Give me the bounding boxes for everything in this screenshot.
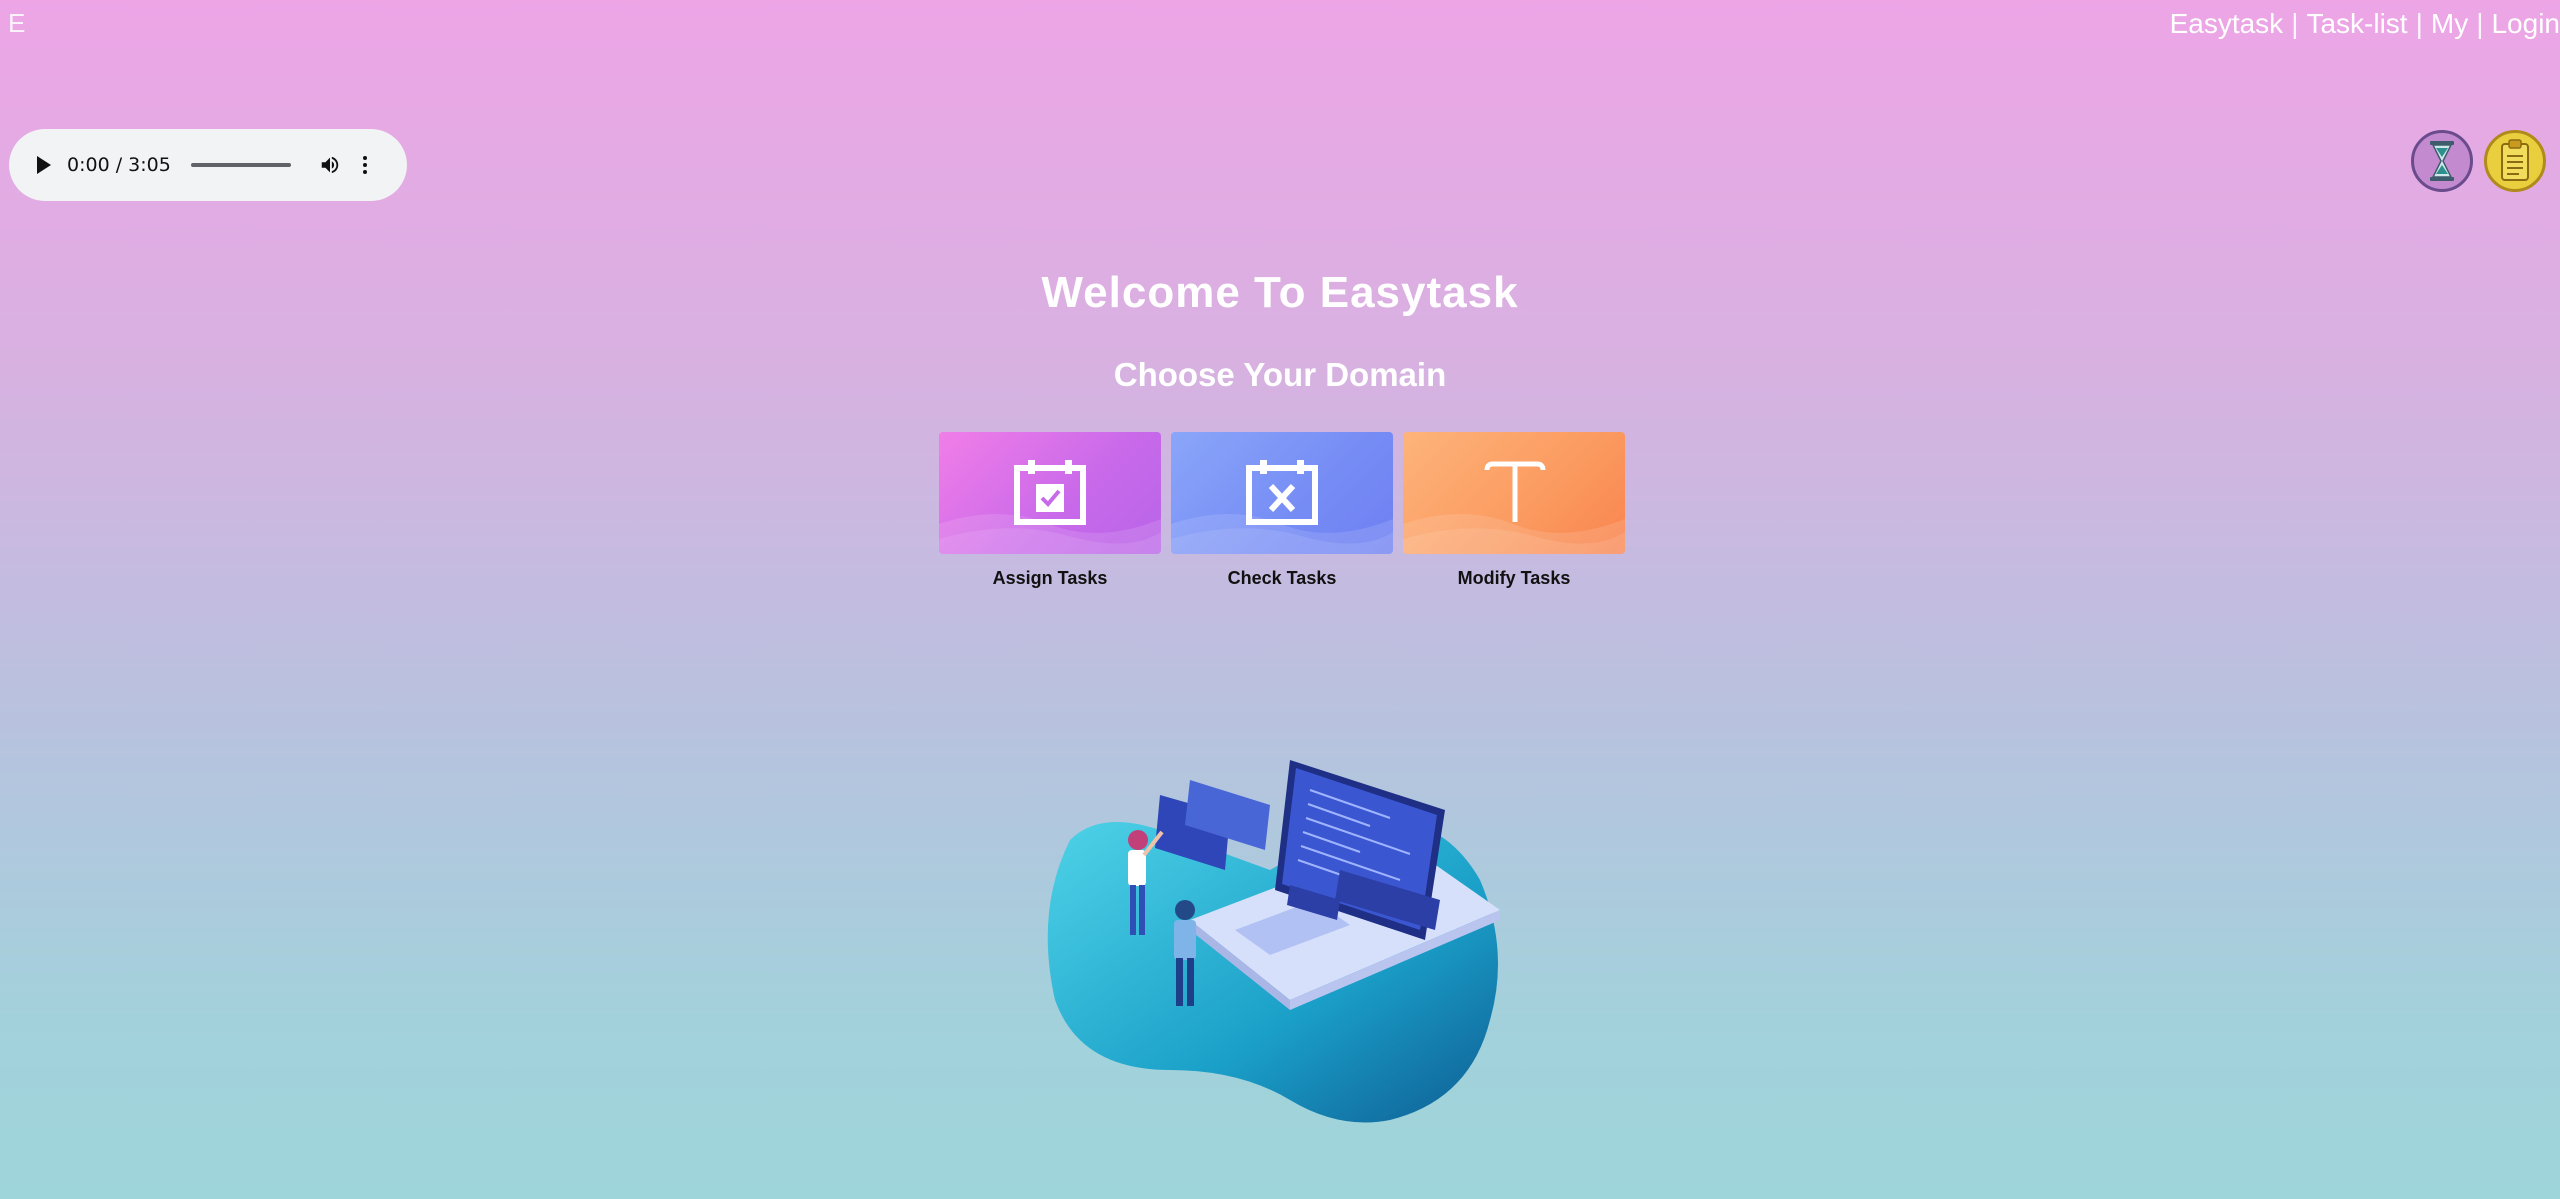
page-title: Welcome To Easytask [1041, 268, 1519, 317]
wave-decoration [1403, 514, 1625, 554]
check-tasks-card[interactable]: Check Tasks [1171, 432, 1393, 589]
assign-tasks-card[interactable]: Assign Tasks [939, 432, 1161, 589]
check-tasks-label: Check Tasks [1227, 568, 1337, 588]
domain-cards: Assign Tasks Check Tasks Modify Tasks [939, 432, 1625, 589]
wave-decoration [939, 514, 1161, 554]
modify-tasks-label: Modify Tasks [1457, 568, 1571, 588]
check-tasks-tile[interactable] [1171, 432, 1393, 554]
page-subtitle: Choose Your Domain [1113, 356, 1447, 393]
hourglass-icon [2430, 141, 2454, 181]
brand-corner-letter: E [8, 8, 26, 38]
nav-link-my[interactable]: My [2431, 8, 2468, 39]
audio-player: 0:00 / 3:05 [9, 129, 407, 201]
top-nav: Easytask | Task-list | My | Login [2170, 8, 2560, 40]
more-options-icon[interactable] [362, 156, 367, 174]
volume-icon[interactable] [319, 154, 341, 176]
nav-link-login[interactable]: Login [2491, 8, 2560, 39]
assign-tasks-label: Assign Tasks [992, 568, 1108, 588]
nav-separator: | [2415, 8, 2423, 39]
clipboard-button[interactable] [2484, 130, 2546, 192]
nav-link-easytask[interactable]: Easytask [2170, 8, 2284, 39]
nav-separator: | [2291, 8, 2299, 39]
modify-tasks-card[interactable]: Modify Tasks [1403, 432, 1625, 589]
assign-tasks-tile[interactable] [939, 432, 1161, 554]
developer-laptop-illustration [1047, 760, 1500, 1123]
nav-separator: | [2476, 8, 2484, 39]
audio-progress-slider[interactable] [190, 163, 291, 167]
wave-decoration [1171, 514, 1393, 554]
audio-time: 0:00 / 3:05 [67, 154, 171, 176]
nav-link-task-list[interactable]: Task-list [2306, 8, 2407, 39]
play-icon[interactable] [37, 156, 51, 174]
clipboard-icon [2501, 139, 2529, 181]
hourglass-button[interactable] [2411, 130, 2473, 192]
modify-tasks-tile[interactable] [1403, 432, 1625, 554]
